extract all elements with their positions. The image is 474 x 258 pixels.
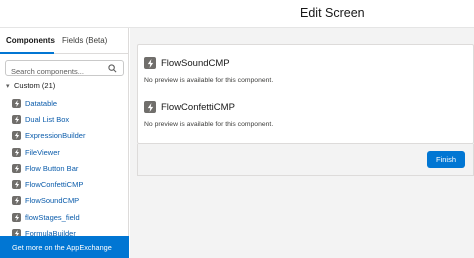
component-title: FlowSoundCMP [161,57,230,69]
component-title: FlowConfettiCMP [161,101,235,113]
no-preview-message: No preview is available for this compone… [144,121,274,128]
component-palette: Components Fields (Beta) ▾ Custom (21) D… [0,28,129,258]
component-list: Datatable Dual List Box ExpressionBuilde… [0,95,128,242]
canvas-component[interactable]: FlowConfettiCMP No preview is available … [144,101,273,128]
finish-button[interactable]: Finish [427,151,465,168]
search-input[interactable] [6,64,102,79]
chevron-down-icon: ▾ [6,82,10,90]
list-item-label: ExpressionBuilder [25,131,86,141]
appexchange-link[interactable]: Get more on the AppExchange [0,236,129,258]
list-item-label: Datatable [25,98,58,108]
no-preview-message: No preview is available for this compone… [144,77,274,84]
lightning-bolt-icon [12,114,21,124]
canvas-component[interactable]: FlowSoundCMP No preview is available for… [144,57,273,84]
lightning-bolt-icon [12,131,21,141]
lightning-bolt-icon [12,180,21,190]
list-item[interactable]: ExpressionBuilder [0,128,128,144]
list-item[interactable]: FlowConfettiCMP [0,176,128,192]
list-item[interactable]: FileViewer [0,144,128,160]
screen-card: FlowSoundCMP No preview is available for… [137,44,474,144]
lightning-bolt-icon [12,196,21,206]
lightning-bolt-icon [144,101,156,113]
list-item[interactable]: Flow Button Bar [0,160,128,176]
screen-canvas: FlowSoundCMP No preview is available for… [130,28,474,258]
list-item-label: FlowSoundCMP [25,196,80,206]
lightning-bolt-icon [12,212,21,222]
lightning-bolt-icon [12,163,21,173]
group-label: Custom (21) [14,81,56,90]
lightning-bolt-icon [12,98,21,108]
list-item[interactable]: FlowSoundCMP [0,193,128,209]
list-item-label: FileViewer [25,147,60,157]
search-box[interactable] [5,60,124,79]
list-item-label: flowStages_field [25,212,80,222]
list-item[interactable]: Datatable [0,95,128,111]
palette-tabs: Components Fields (Beta) [0,28,128,54]
lightning-bolt-icon [12,147,21,157]
page-title: Edit Screen [300,6,365,20]
header: Edit Screen [0,0,474,28]
list-item-label: FlowConfettiCMP [25,180,84,190]
lightning-bolt-icon [144,57,156,69]
screen-footer: Finish [137,144,474,176]
tab-fields-beta[interactable]: Fields (Beta) [62,36,107,45]
tab-components[interactable]: Components [6,36,55,45]
list-item-label: Flow Button Bar [25,163,79,173]
list-item[interactable]: flowStages_field [0,209,128,225]
active-tab-indicator [0,52,54,54]
list-item[interactable]: Dual List Box [0,111,128,127]
list-item-label: Dual List Box [25,114,70,124]
group-custom[interactable]: ▾ Custom (21) [6,81,55,90]
search-icon [108,64,117,73]
